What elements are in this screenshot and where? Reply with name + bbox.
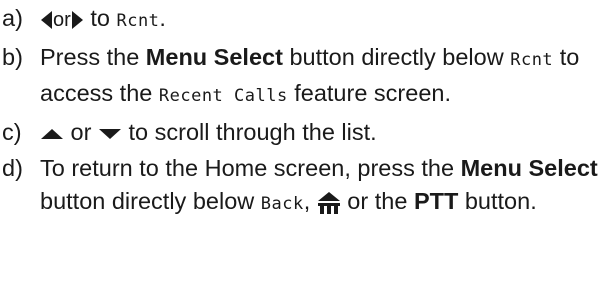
- step-letter: c): [2, 119, 22, 145]
- display-text: Rcnt: [116, 11, 160, 31]
- step-a: a) or to Rcnt.: [0, 2, 610, 38]
- step-text: or to Rcnt.: [40, 5, 166, 31]
- text-run: to: [83, 5, 117, 31]
- step-letter: b): [2, 44, 23, 70]
- step-text: Press the Menu Select button directly be…: [40, 44, 579, 106]
- bold-text: Menu Select: [460, 155, 598, 181]
- step-letter: a): [2, 5, 23, 31]
- text-run: .: [159, 5, 166, 31]
- display-text: Back: [260, 194, 304, 214]
- right-arrow-icon: [71, 10, 84, 30]
- text-run: button.: [458, 188, 537, 214]
- instruction-steps: a) or to Rcnt. b) Press the Menu Select but…: [0, 0, 615, 221]
- bold-text: PTT: [413, 188, 459, 214]
- up-arrow-icon: [40, 128, 64, 140]
- text-run: or: [64, 119, 98, 145]
- step-letter: d): [2, 155, 23, 181]
- step-d: d) To return to the Home screen, press th…: [0, 152, 610, 221]
- home-icon: [317, 191, 341, 215]
- step-c: c) or to scroll through the list.: [0, 116, 610, 149]
- text-run: or: [53, 9, 71, 31]
- bold-text: Menu Select: [145, 44, 283, 70]
- text-run: to scroll through the list.: [121, 119, 377, 145]
- text-run: button directly below: [40, 188, 261, 214]
- text-run: feature screen.: [287, 80, 451, 106]
- step-text: To return to the Home screen, press the …: [40, 155, 598, 214]
- left-arrow-icon: [40, 10, 53, 30]
- down-arrow-icon: [98, 128, 122, 140]
- text-run: To return to the Home screen, press the: [40, 155, 461, 181]
- step-b: b) Press the Menu Select button directly …: [0, 41, 610, 113]
- step-text: or to scroll through the list.: [40, 119, 377, 145]
- display-text: Rcnt: [510, 50, 554, 70]
- text-run: ,: [303, 188, 317, 214]
- display-text: Recent Calls: [158, 86, 288, 106]
- text-run: button directly below: [282, 44, 511, 70]
- text-run: or the: [340, 188, 414, 214]
- text-run: Press the: [40, 44, 146, 70]
